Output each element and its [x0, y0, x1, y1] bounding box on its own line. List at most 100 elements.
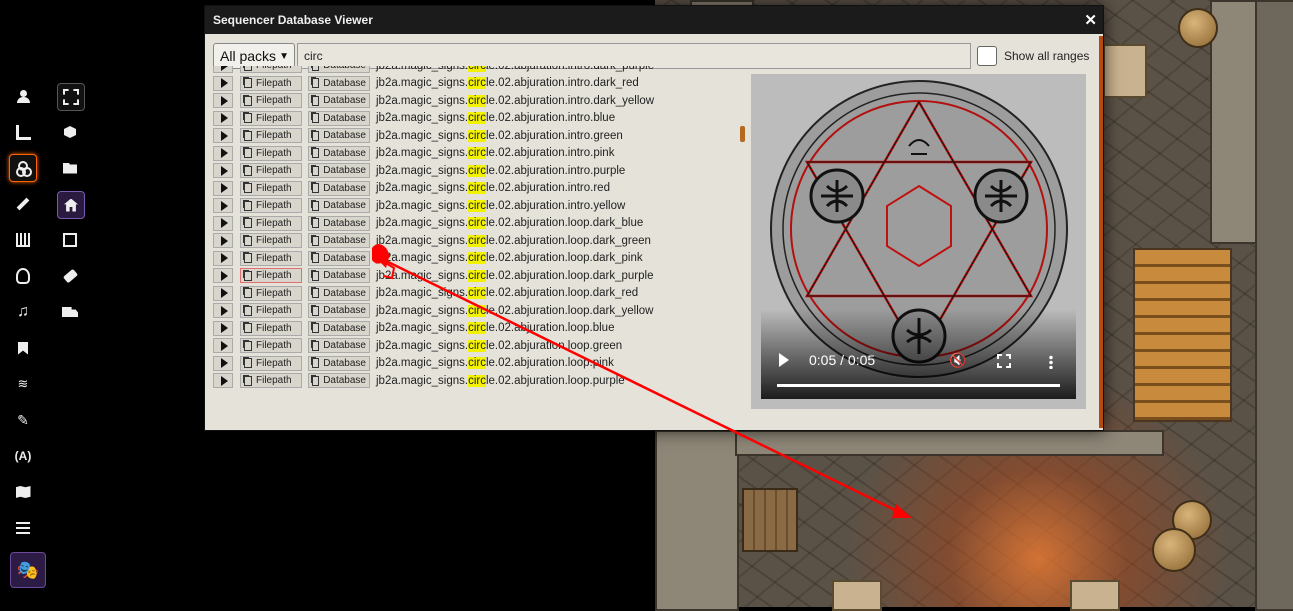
copy-filepath-button[interactable]: Filepath	[240, 233, 302, 248]
sound-controls-button[interactable]: ♫	[10, 299, 36, 325]
play-preview-button[interactable]	[213, 145, 233, 161]
copy-database-button[interactable]: Database	[308, 145, 370, 161]
play-preview-button[interactable]	[213, 303, 233, 318]
list-scrollbar[interactable]	[740, 126, 745, 142]
cube-tool-button[interactable]	[57, 119, 83, 145]
play-preview-button[interactable]	[213, 128, 233, 143]
play-preview-button[interactable]	[213, 373, 233, 388]
truck-tool-button[interactable]	[57, 299, 83, 325]
copy-filepath-button[interactable]: Filepath	[240, 75, 302, 91]
copy-database-button[interactable]: Database	[308, 373, 370, 388]
database-path[interactable]: jb2a.magic_signs.circle.02.abjuration.lo…	[376, 357, 614, 369]
copy-database-button[interactable]: Database	[308, 66, 370, 73]
show-all-ranges-checkbox[interactable]	[977, 46, 997, 66]
database-path[interactable]: jb2a.magic_signs.circle.02.abjuration.in…	[376, 77, 639, 89]
video-progress-bar[interactable]	[777, 384, 1060, 387]
copy-database-button[interactable]: Database	[308, 233, 370, 248]
copy-database-button[interactable]: Database	[308, 163, 370, 178]
copy-filepath-button[interactable]: Filepath	[240, 285, 302, 301]
database-path[interactable]: jb2a.magic_signs.circle.02.abjuration.in…	[376, 164, 625, 177]
copy-filepath-button[interactable]: Filepath	[240, 268, 302, 283]
play-preview-button[interactable]	[213, 163, 233, 178]
copy-filepath-button[interactable]: Filepath	[240, 93, 302, 108]
copy-database-button[interactable]: Database	[308, 128, 370, 143]
copy-filepath-button[interactable]: Filepath	[240, 320, 302, 336]
close-icon[interactable]: ✕	[1084, 11, 1097, 29]
copy-database-button[interactable]: Database	[308, 215, 370, 231]
wall-controls-button[interactable]	[10, 227, 36, 253]
database-path[interactable]: jb2a.magic_signs.circle.02.abjuration.lo…	[376, 374, 625, 387]
copy-database-button[interactable]: Database	[308, 338, 370, 353]
tile-controls-button[interactable]	[9, 154, 37, 182]
database-path[interactable]: jb2a.magic_signs.circle.02.abjuration.in…	[376, 129, 623, 142]
list-controls-button[interactable]	[10, 515, 36, 541]
drawing-controls-button[interactable]	[10, 191, 36, 217]
copy-filepath-button[interactable]: Filepath	[240, 180, 302, 196]
copy-database-button[interactable]: Database	[308, 320, 370, 336]
fullscreen-tool-button[interactable]	[57, 83, 85, 111]
copy-filepath-button[interactable]: Filepath	[240, 303, 302, 318]
copy-filepath-button[interactable]: Filepath	[240, 338, 302, 353]
lighting-controls-button[interactable]	[10, 263, 36, 289]
sequencer-controls-button[interactable]: 🎭	[10, 552, 46, 588]
measure-controls-button[interactable]	[10, 119, 36, 145]
home-tool-button[interactable]	[57, 191, 85, 219]
copy-database-button[interactable]: Database	[308, 355, 370, 371]
play-preview-button[interactable]	[213, 250, 233, 266]
database-path[interactable]: jb2a.magic_signs.circle.02.abjuration.in…	[376, 147, 614, 159]
copy-filepath-button[interactable]: Filepath	[240, 215, 302, 231]
copy-database-button[interactable]: Database	[308, 250, 370, 266]
select-tool-button[interactable]	[57, 227, 83, 253]
copy-filepath-button[interactable]: Filepath	[240, 145, 302, 161]
database-path[interactable]: jb2a.magic_signs.circle.02.abjuration.lo…	[376, 217, 643, 229]
copy-filepath-button[interactable]: Filepath	[240, 66, 302, 73]
copy-filepath-button[interactable]: Filepath	[240, 163, 302, 178]
database-path[interactable]: jb2a.magic_signs.circle.02.abjuration.in…	[376, 182, 610, 194]
play-preview-button[interactable]	[213, 180, 233, 196]
eraser-tool-button[interactable]	[57, 263, 83, 289]
video-play-icon[interactable]	[779, 353, 789, 367]
database-path[interactable]: jb2a.magic_signs.circle.02.abjuration.lo…	[376, 234, 651, 247]
copy-filepath-button[interactable]: Filepath	[240, 373, 302, 388]
copy-database-button[interactable]: Database	[308, 93, 370, 108]
copy-filepath-button[interactable]: Filepath	[240, 355, 302, 371]
database-path[interactable]: jb2a.magic_signs.circle.02.abjuration.lo…	[376, 252, 643, 264]
database-path[interactable]: jb2a.magic_signs.circle.02.abjuration.in…	[376, 66, 654, 72]
video-preview[interactable]: 0:05 / 0:05 🔇	[751, 74, 1086, 409]
copy-database-button[interactable]: Database	[308, 303, 370, 318]
copy-filepath-button[interactable]: Filepath	[240, 110, 302, 126]
token-controls-button[interactable]	[10, 83, 36, 109]
database-path[interactable]: jb2a.magic_signs.circle.02.abjuration.lo…	[376, 269, 653, 282]
play-preview-button[interactable]	[213, 285, 233, 301]
broadcast-controls-button[interactable]: (A)	[10, 443, 36, 469]
database-path[interactable]: jb2a.magic_signs.circle.02.abjuration.in…	[376, 112, 615, 124]
play-preview-button[interactable]	[213, 110, 233, 126]
notes-controls-button[interactable]	[10, 335, 36, 361]
play-preview-button[interactable]	[213, 233, 233, 248]
play-preview-button[interactable]	[213, 320, 233, 336]
database-path[interactable]: jb2a.magic_signs.circle.02.abjuration.lo…	[376, 322, 614, 334]
copy-database-button[interactable]: Database	[308, 285, 370, 301]
volume-icon[interactable]: 🔇	[949, 352, 966, 369]
database-path[interactable]: jb2a.magic_signs.circle.02.abjuration.lo…	[376, 304, 653, 317]
weather-controls-button[interactable]: ≋	[10, 371, 36, 397]
play-preview-button[interactable]	[213, 66, 233, 73]
folder-tool-button[interactable]	[57, 155, 83, 181]
database-path[interactable]: jb2a.magic_signs.circle.02.abjuration.in…	[376, 199, 625, 212]
database-path[interactable]: jb2a.magic_signs.circle.02.abjuration.in…	[376, 94, 654, 107]
copy-filepath-button[interactable]: Filepath	[240, 250, 302, 266]
play-preview-button[interactable]	[213, 198, 233, 213]
copy-database-button[interactable]: Database	[308, 75, 370, 91]
copy-database-button[interactable]: Database	[308, 198, 370, 213]
play-preview-button[interactable]	[213, 268, 233, 283]
play-preview-button[interactable]	[213, 93, 233, 108]
map-controls-button[interactable]	[10, 479, 36, 505]
window-titlebar[interactable]: Sequencer Database Viewer ✕	[205, 6, 1103, 34]
copy-database-button[interactable]: Database	[308, 110, 370, 126]
more-options-icon[interactable]	[1049, 355, 1053, 369]
database-path[interactable]: jb2a.magic_signs.circle.02.abjuration.lo…	[376, 339, 622, 352]
copy-database-button[interactable]: Database	[308, 180, 370, 196]
play-preview-button[interactable]	[213, 75, 233, 91]
play-preview-button[interactable]	[213, 338, 233, 353]
copy-filepath-button[interactable]: Filepath	[240, 198, 302, 213]
